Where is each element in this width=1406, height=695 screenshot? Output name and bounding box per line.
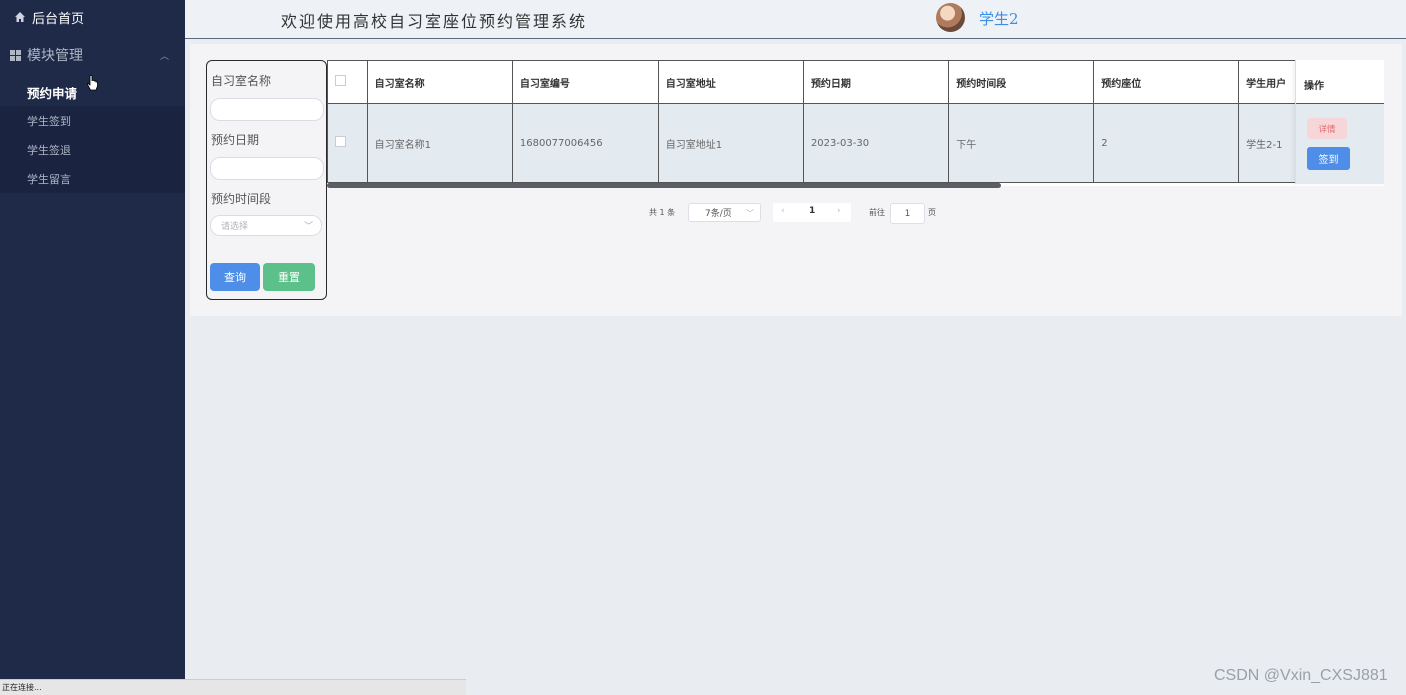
table-cell: 自习室地址1 [657,103,804,183]
chevron-up-icon: ︿ [159,52,169,62]
next-page-icon[interactable]: › [837,206,841,216]
table-cell: 自习室名称1 [366,103,513,183]
sidebar-group-label: 模块管理 [27,48,83,64]
home-icon [15,12,25,22]
sidebar: 后台首页 模块管理 ︿ 预约申请 学生签到 学生签退 学生留言 [0,0,185,695]
table-cell: 2 [1093,103,1240,183]
goto-label: 前往 [869,208,885,217]
time-slot-label: 预约时间段 [211,192,272,206]
table-cell: 1680077006456 [511,103,659,183]
sidebar-item-label: 预约申请 [27,86,78,101]
table-cell: 下午 [948,103,1095,183]
sidebar-item-label: 学生签退 [27,143,71,157]
sidebar-item-checkin[interactable]: 学生签到 [0,106,185,135]
avatar[interactable] [936,3,965,32]
username-label[interactable]: 学生2 [979,8,1019,29]
current-page-number[interactable]: 1 [809,206,815,216]
page-title: 欢迎使用高校自习室座位预约管理系统 [281,12,588,31]
grid-icon [10,49,21,61]
room-name-label: 自习室名称 [211,74,272,88]
row-select-cell[interactable] [327,103,368,183]
horizontal-scrollbar[interactable] [327,183,1001,188]
row-checkbox[interactable] [335,136,346,147]
select-all-cell[interactable] [327,60,368,104]
sidebar-item-messages[interactable]: 学生留言 [0,164,185,193]
sidebar-group-module[interactable]: 模块管理 ︿ [0,38,185,72]
sidebar-item-checkout[interactable]: 学生签退 [0,135,185,164]
browser-status-bar: 正在连接... [0,679,466,695]
sidebar-home-label: 后台首页 [32,11,85,27]
column-header: 自习室编号 [511,60,659,104]
goto-suffix: 页 [928,208,936,217]
table-row[interactable]: 自习室名称1 1680077006456 自习室地址1 2023-03-30 下… [327,103,1384,183]
column-header: 预约时间段 [948,60,1095,104]
top-header: 欢迎使用高校自习室座位预约管理系统 学生2 [185,0,1406,39]
column-header: 预约日期 [802,60,950,104]
goto-page-input[interactable]: 1 [890,203,925,224]
column-header: 预约座位 [1093,60,1240,104]
query-button[interactable]: 查询 [210,263,260,291]
search-filter-panel: 自习室名称 预约日期 预约时间段 请选择 ﹀ 查询 重置 [206,60,327,300]
select-all-checkbox[interactable] [335,75,346,86]
reservation-table: 自习室名称 自习室编号 自习室地址 预约日期 预约时间段 预约座位 学生用户 自… [327,60,1384,186]
sidebar-item-label: 学生签到 [27,114,71,128]
column-header: 自习室名称 [366,60,513,104]
date-input[interactable] [210,157,324,180]
date-label: 预约日期 [211,133,260,147]
sidebar-item-home[interactable]: 后台首页 [0,0,185,34]
sidebar-item-label: 学生留言 [27,172,71,186]
pagination-nav: ‹ 1 › [773,203,851,222]
operations-cell: 详情 签到 [1296,103,1384,184]
prev-page-icon[interactable]: ‹ [781,206,785,216]
time-slot-placeholder: 请选择 [221,222,249,232]
operations-header: 操作 [1304,81,1324,92]
pagination-total: 共 1 条 [649,208,676,217]
operations-column: 操作 详情 签到 [1295,60,1384,184]
room-name-input[interactable] [210,98,324,121]
pointer-cursor-icon [86,75,98,91]
chevron-down-icon: ﹀ [746,209,754,218]
time-slot-select[interactable]: 请选择 ﹀ [210,215,322,236]
watermark: CSDN @Vxin_CXSJ881 [1214,667,1388,684]
column-header: 自习室地址 [657,60,804,104]
sign-in-button[interactable]: 签到 [1307,147,1350,170]
reset-button[interactable]: 重置 [263,263,315,291]
page-size-select[interactable]: 7条/页 ﹀ [688,203,761,222]
page-size-value: 7条/页 [705,209,732,219]
detail-button[interactable]: 详情 [1307,118,1347,139]
table-header-row: 自习室名称 自习室编号 自习室地址 预约日期 预约时间段 预约座位 学生用户 [327,60,1384,104]
table-cell: 2023-03-30 [802,103,950,183]
chevron-down-icon: ﹀ [303,222,313,232]
